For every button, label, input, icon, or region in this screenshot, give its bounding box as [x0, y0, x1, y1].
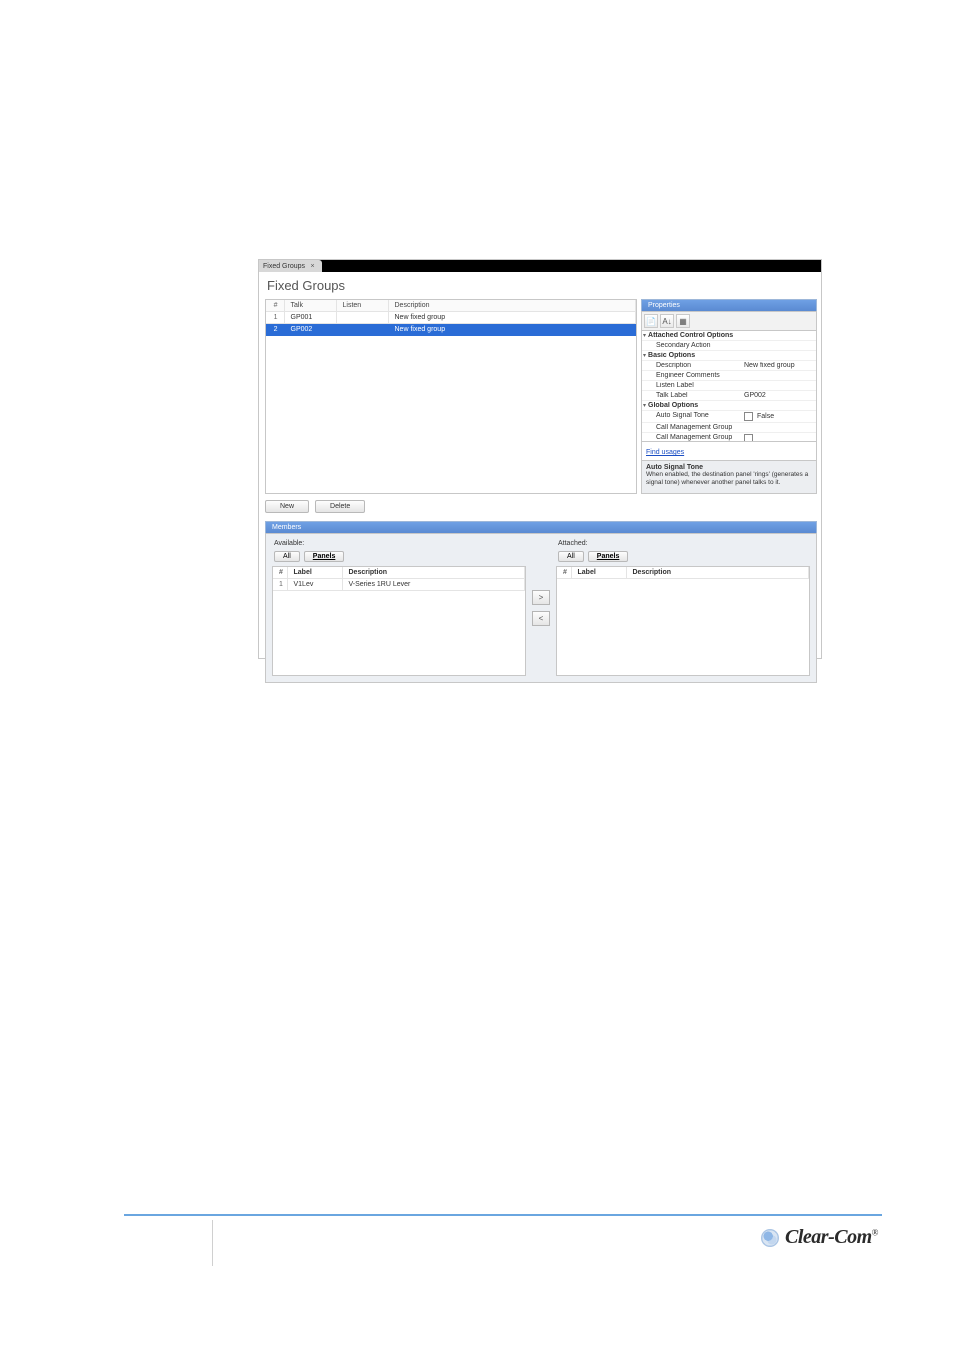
section-global: Global Options — [648, 402, 736, 409]
col-label[interactable]: Label — [571, 567, 626, 579]
close-icon[interactable]: × — [309, 263, 316, 270]
prop-auto-signal-tone: Auto Signal Tone — [656, 412, 744, 421]
prop-talk-label: Talk Label — [656, 392, 744, 399]
properties-toolbar: 📄 A↓ ▦ — [641, 311, 817, 330]
find-usages-box: Find usages — [641, 442, 817, 461]
cell-desc: New fixed group — [388, 312, 636, 324]
tab-strip: Fixed Groups × — [259, 260, 821, 272]
checkbox-icon[interactable] — [744, 434, 753, 442]
prop-auto-signal-tone-value[interactable]: False — [757, 413, 774, 420]
brand-logo: Clear-Com® — [761, 1226, 878, 1249]
help-text: When enabled, the destination panel 'rin… — [646, 471, 812, 487]
cell-num: 1 — [266, 312, 284, 324]
prop-cmg1: Call Management Group — [656, 424, 744, 431]
footer-vdivider — [212, 1220, 213, 1266]
grid-header-row: # Talk Listen Description — [266, 300, 636, 312]
app-window: Fixed Groups × Fixed Groups # Talk Liste… — [258, 259, 822, 659]
sort-az-icon[interactable]: A↓ — [660, 314, 674, 328]
footer-divider — [124, 1214, 882, 1216]
section-attached: Attached Control Options — [648, 332, 736, 339]
property-help: Auto Signal Tone When enabled, the desti… — [641, 461, 817, 494]
col-num[interactable]: # — [266, 300, 284, 312]
help-title: Auto Signal Tone — [646, 464, 812, 471]
prop-description: Description — [656, 362, 744, 369]
prop-talk-label-value[interactable]: GP002 — [744, 392, 812, 399]
groups-grid: # Talk Listen Description 1 GP001 New fi… — [265, 299, 637, 494]
col-label[interactable]: Label — [287, 567, 342, 579]
cell-talk: GP002 — [284, 324, 336, 336]
properties-pages-icon[interactable]: ▦ — [676, 314, 690, 328]
cell-num: 2 — [266, 324, 284, 336]
properties-grid[interactable]: Attached Control Options Secondary Actio… — [641, 330, 817, 442]
delete-button[interactable]: Delete — [315, 500, 365, 513]
attached-label: Attached: — [558, 540, 810, 547]
filter-panels-button[interactable]: Panels — [304, 551, 345, 562]
cell-desc: New fixed group — [388, 324, 636, 336]
prop-secondary-action: Secondary Action — [656, 342, 744, 349]
registered-icon: ® — [872, 1227, 878, 1237]
cell-label: V1Lev — [287, 579, 342, 591]
properties-title: Properties — [641, 299, 817, 311]
tab-label: Fixed Groups — [263, 263, 305, 270]
remove-button[interactable]: < — [532, 611, 550, 626]
attached-list[interactable]: # Label Description — [556, 566, 810, 676]
attached-column: Attached: All Panels # Label Description — [556, 540, 810, 676]
prop-listen-label: Listen Label — [656, 382, 744, 389]
cell-idx: 1 — [273, 579, 287, 591]
checkbox-icon[interactable] — [744, 412, 753, 421]
filter-panels-button[interactable]: Panels — [588, 551, 629, 562]
prop-description-value[interactable]: New fixed group — [744, 362, 812, 369]
filter-all-button[interactable]: All — [558, 551, 584, 562]
available-column: Available: All Panels # Label Descriptio… — [272, 540, 526, 676]
categorize-icon[interactable]: 📄 — [644, 314, 658, 328]
cell-talk: GP001 — [284, 312, 336, 324]
filter-all-button[interactable]: All — [274, 551, 300, 562]
prop-eng-comments: Engineer Comments — [656, 372, 744, 379]
find-usages-link[interactable]: Find usages — [646, 449, 684, 456]
logo-mark-icon — [761, 1229, 779, 1247]
col-idx[interactable]: # — [557, 567, 571, 579]
available-list[interactable]: # Label Description 1 V1Lev V-Series 1RU… — [272, 566, 526, 676]
col-desc[interactable]: Description — [388, 300, 636, 312]
available-label: Available: — [274, 540, 526, 547]
add-button[interactable]: > — [532, 590, 550, 605]
grid-button-row: New Delete — [259, 494, 821, 517]
col-idx[interactable]: # — [273, 567, 287, 579]
col-desc[interactable]: Description — [342, 567, 525, 579]
table-row[interactable]: 2 GP002 New fixed group — [266, 324, 636, 336]
page-title: Fixed Groups — [259, 272, 821, 299]
section-basic: Basic Options — [648, 352, 736, 359]
chevron-left-icon: < — [539, 614, 544, 623]
cell-listen — [336, 324, 388, 336]
prop-cmg2: Call Management Group — [656, 434, 744, 442]
col-talk[interactable]: Talk — [284, 300, 336, 312]
brand-name: Clear-Com — [785, 1226, 872, 1248]
col-listen[interactable]: Listen — [336, 300, 388, 312]
table-row[interactable]: 1 GP001 New fixed group — [266, 312, 636, 324]
cell-desc: V-Series 1RU Lever — [342, 579, 525, 591]
new-button[interactable]: New — [265, 500, 309, 513]
tab-fixed-groups[interactable]: Fixed Groups × — [259, 260, 322, 272]
col-desc[interactable]: Description — [626, 567, 809, 579]
members-body: Available: All Panels # Label Descriptio… — [265, 533, 817, 683]
transfer-arrows: > < — [532, 540, 550, 676]
properties-panel: Properties 📄 A↓ ▦ Attached Control Optio… — [641, 299, 817, 494]
list-item[interactable]: 1 V1Lev V-Series 1RU Lever — [273, 579, 525, 591]
chevron-right-icon: > — [539, 593, 544, 602]
cell-listen — [336, 312, 388, 324]
members-header: Members — [265, 521, 817, 533]
